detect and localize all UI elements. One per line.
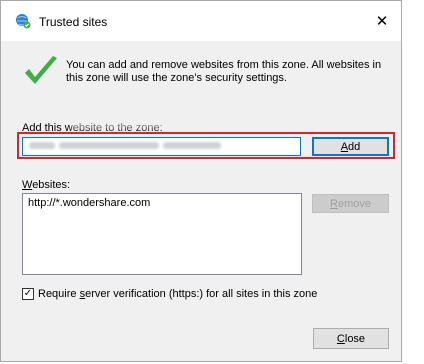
redacted-url bbox=[29, 142, 55, 149]
redacted-url bbox=[59, 142, 159, 149]
websites-label: Websites: bbox=[22, 179, 71, 191]
remove-button[interactable]: Remove bbox=[312, 194, 389, 213]
require-https-checkbox[interactable]: ✓ bbox=[22, 288, 34, 300]
dialog-title: Trusted sites bbox=[39, 15, 108, 29]
websites-list[interactable]: http://*.wondershare.com bbox=[22, 193, 302, 275]
checkmark-icon bbox=[25, 56, 57, 84]
add-accel: A bbox=[340, 140, 349, 153]
label-blur-overlay bbox=[71, 121, 171, 129]
check-icon: ✓ bbox=[23, 288, 33, 299]
title-bar: Trusted sites ✕ bbox=[1, 1, 401, 41]
trusted-sites-dialog: Trusted sites ✕ You can add and remove w… bbox=[0, 0, 402, 362]
require-https-row[interactable]: ✓ Require server verification (https:) f… bbox=[22, 288, 317, 300]
close-window-button[interactable]: ✕ bbox=[369, 9, 395, 33]
redacted-url bbox=[163, 142, 221, 149]
add-rest: dd bbox=[348, 140, 361, 153]
close-icon: ✕ bbox=[375, 13, 389, 30]
globe-check-icon bbox=[16, 14, 31, 29]
list-item[interactable]: http://*.wondershare.com bbox=[28, 197, 296, 209]
add-button[interactable]: Add bbox=[312, 137, 389, 156]
require-https-label: Require server verification (https:) for… bbox=[38, 288, 318, 300]
close-button[interactable]: Close bbox=[313, 328, 389, 349]
website-url-input[interactable] bbox=[22, 137, 301, 156]
zone-info-text: You can add and remove websites from thi… bbox=[66, 59, 382, 84]
